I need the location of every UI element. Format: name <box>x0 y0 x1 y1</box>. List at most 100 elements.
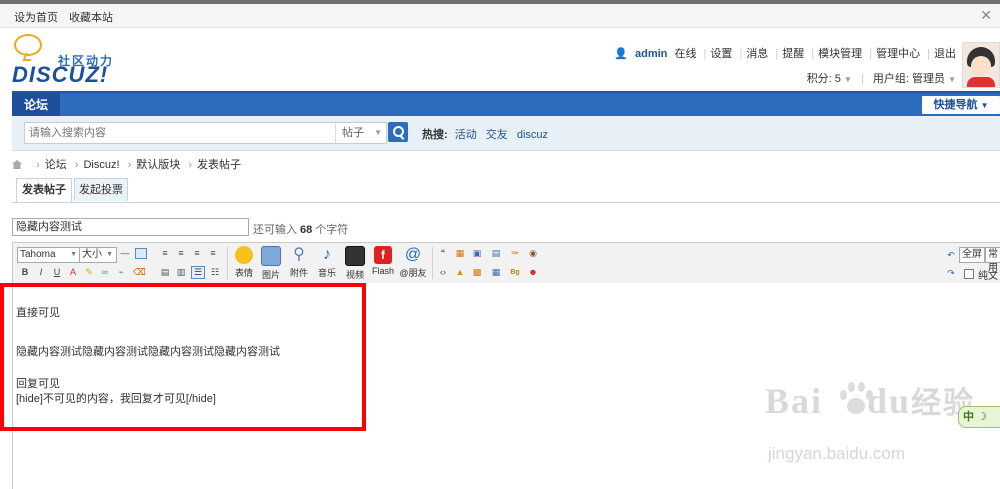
password-icon[interactable]: ✑ <box>509 248 521 259</box>
video-icon <box>345 246 365 266</box>
chevron-down-icon: ▼ <box>374 128 382 137</box>
free-icon[interactable]: ▦ <box>454 248 466 259</box>
unlink-icon[interactable]: ⌁ <box>115 267 127 278</box>
user-info: 👤 admin 在线 | 设置 | 消息 | 提醒 | 模块管理 | 管理中心 | 退出 积… <box>614 48 956 85</box>
ime-indicator[interactable]: 中 ☽ <box>958 406 1000 428</box>
text-color-icon[interactable]: A <box>67 267 79 278</box>
qq-icon[interactable]: ☻ <box>527 267 539 278</box>
font-size-select[interactable]: 大小 ▼ <box>79 247 117 263</box>
tab-new-poll[interactable]: 发起投票 <box>74 178 128 201</box>
table-icon[interactable] <box>135 248 147 259</box>
bookmark-site-link[interactable]: 收藏本站 <box>69 12 113 24</box>
hot-keyword[interactable]: 交友 <box>486 129 508 141</box>
module-manage-link[interactable]: 模块管理 <box>818 48 862 60</box>
grid-icon[interactable]: ▦ <box>490 267 502 278</box>
bg-icon[interactable]: Bg <box>509 267 521 278</box>
mention-friend-button[interactable]: @ @朋友 <box>398 246 428 279</box>
home-icon[interactable] <box>12 160 22 169</box>
user-group-dropdown[interactable]: 用户组: 管理员 <box>873 73 945 85</box>
logo-word: DISCUZ! <box>12 62 109 87</box>
admin-center-link[interactable]: 管理中心 <box>876 48 920 60</box>
hot-keyword[interactable]: discuz <box>517 129 548 141</box>
link-icon[interactable]: ∞ <box>99 267 111 278</box>
messages-link[interactable]: 消息 <box>746 48 768 60</box>
undo-icon[interactable]: ↶ <box>945 250 957 261</box>
site-logo[interactable]: 社区动力 DISCUZ! <box>10 32 120 88</box>
moon-icon: ☽ <box>977 411 987 423</box>
video-button[interactable]: 视频 <box>342 246 368 281</box>
align-center-icon[interactable]: ≡ <box>175 248 187 259</box>
post-title-input[interactable]: 隐藏内容测试 <box>12 218 249 236</box>
points-dropdown[interactable]: 积分: 5 <box>807 73 841 85</box>
editor-toolbar: Tahoma ▼ 大小 ▼ — ≡ ≡ ≡ ≡ B I U A ✎ ∞ ⌁ ⌫ ▤ … <box>12 242 1000 297</box>
redo-icon[interactable]: ↷ <box>945 268 957 279</box>
tab-new-post[interactable]: 发表帖子 <box>16 178 72 202</box>
align-left-icon[interactable]: ≡ <box>159 248 171 259</box>
notifications-link[interactable]: 提醒 <box>782 48 804 60</box>
avatar[interactable] <box>962 42 1000 88</box>
index-icon[interactable]: ▤ <box>490 248 502 259</box>
music-button[interactable]: ♪ 音乐 <box>314 246 340 279</box>
common-mode-button[interactable]: 常用 <box>985 247 1000 274</box>
chevron-down-icon: ▼ <box>948 75 956 84</box>
emoticon-button[interactable]: 表情 <box>231 246 257 279</box>
search-input[interactable] <box>24 122 340 144</box>
smiley-icon <box>235 246 253 264</box>
align-justify-icon[interactable]: ≡ <box>207 248 219 259</box>
fullscreen-button[interactable]: 全屏 <box>959 247 985 263</box>
close-icon[interactable]: ✕ <box>980 7 992 24</box>
content-line: 隐藏内容测试隐藏内容测试隐藏内容测试隐藏内容测试 <box>16 346 280 358</box>
main-nav: 论坛 快捷导航 ▼ <box>12 91 1000 118</box>
bold-icon[interactable]: B <box>19 267 31 278</box>
search-icon <box>393 126 404 137</box>
flash-button[interactable]: f Flash <box>370 246 396 276</box>
top-bar: 设为首页 收藏本站 ✕ <box>0 4 1000 28</box>
editor-content[interactable]: 直接可见 隐藏内容测试隐藏内容测试隐藏内容测试隐藏内容测试 回复可见 [hide… <box>16 306 280 407</box>
set-homepage-link[interactable]: 设为首页 <box>14 12 58 24</box>
nav-tab-forum[interactable]: 论坛 <box>12 93 60 118</box>
baidu-paw-icon <box>838 380 874 418</box>
breadcrumb-item[interactable]: Discuz! <box>83 159 119 171</box>
price-icon[interactable]: ▩ <box>471 267 483 278</box>
hot-keyword[interactable]: 活动 <box>455 129 477 141</box>
content-line: [hide]不可见的内容，我回复才可见[/hide] <box>16 393 216 405</box>
search-button[interactable] <box>388 122 408 142</box>
content-line <box>16 360 280 375</box>
source-code-icon[interactable]: ‹› <box>437 267 449 278</box>
music-icon: ♪ <box>323 246 331 263</box>
image-button[interactable]: 图片 <box>258 246 284 281</box>
logout-link[interactable]: 退出 <box>934 48 956 60</box>
breadcrumb: › 论坛 › Discuz! › 默认版块 › 发表帖子 <box>12 156 241 172</box>
at-icon: @ <box>404 246 422 263</box>
username-link[interactable]: admin <box>635 48 667 60</box>
page-icon[interactable]: ▣ <box>471 248 483 259</box>
content-line <box>16 321 280 336</box>
hide-icon[interactable]: ◉ <box>527 248 539 259</box>
online-status: 在线 <box>674 48 697 60</box>
remove-format-icon[interactable]: ⌫ <box>133 267 146 278</box>
image-icon <box>261 246 281 266</box>
bg-color-icon[interactable]: ✎ <box>83 267 95 278</box>
quote-mark-icon[interactable]: “ <box>437 248 449 259</box>
attachment-button[interactable]: ⚲ 附件 <box>286 246 312 279</box>
plain-text-checkbox[interactable] <box>964 269 974 279</box>
align-right-icon[interactable]: ≡ <box>191 248 203 259</box>
unordered-list-icon[interactable]: ☷ <box>209 267 221 278</box>
ordered-list-icon[interactable]: ☰ <box>191 266 205 279</box>
horizontal-rule-icon[interactable]: — <box>119 248 131 259</box>
lock-icon[interactable]: ▲ <box>454 267 466 278</box>
paperclip-icon: ⚲ <box>293 246 305 263</box>
breadcrumb-item[interactable]: 默认版块 <box>136 159 180 171</box>
breadcrumb-item-current: 发表帖子 <box>197 159 241 171</box>
settings-link[interactable]: 设置 <box>710 48 732 60</box>
watermark-url: jingyan.baidu.com <box>768 444 906 463</box>
quote-icon[interactable]: ▤ <box>159 267 171 278</box>
quick-nav-button[interactable]: 快捷导航 ▼ <box>922 96 1000 114</box>
code-block-icon[interactable]: ▥ <box>175 267 187 278</box>
underline-icon[interactable]: U <box>51 267 63 278</box>
search-type-select[interactable]: 帖子 ▼ <box>335 122 387 144</box>
user-icon: 👤 <box>614 48 628 60</box>
breadcrumb-item[interactable]: 论坛 <box>45 159 67 171</box>
font-family-select[interactable]: Tahoma ▼ <box>17 247 81 263</box>
italic-icon[interactable]: I <box>35 267 47 278</box>
